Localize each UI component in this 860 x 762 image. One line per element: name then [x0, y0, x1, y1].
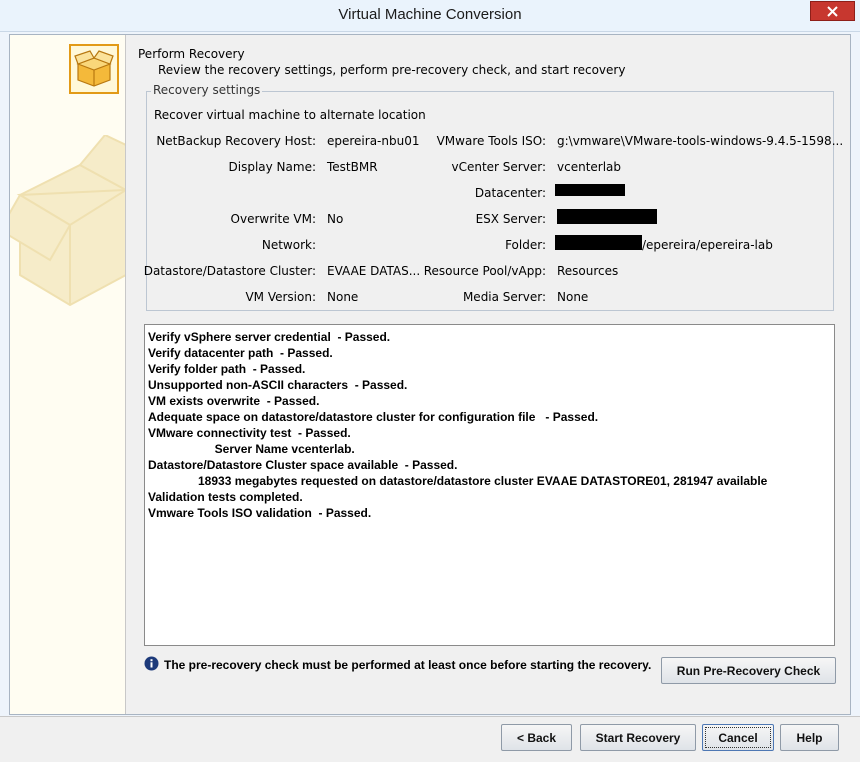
datastore-value: EVAAE DATAS... [327, 264, 421, 278]
resource-pool-value: Resources [557, 264, 619, 278]
log-line: VMware connectivity test - Passed. [148, 426, 351, 440]
overwrite-vm-value: No [327, 212, 344, 226]
info-message: The pre-recovery check must be performed… [164, 658, 652, 672]
log-line: Unsupported non-ASCII characters - Passe… [148, 378, 408, 392]
vmware-tools-iso-value: g:\vmware\VMware-tools-windows-9.4.5-159… [557, 134, 844, 148]
log-line: Verify datacenter path - Passed. [148, 346, 333, 360]
vcenter-server-label: vCenter Server: [451, 160, 547, 174]
wizard-frame: Perform Recovery Review the recovery set… [9, 34, 851, 715]
display-name-value: TestBMR [327, 160, 378, 174]
title-bar: Virtual Machine Conversion [0, 0, 860, 32]
wizard-button-bar: < Back Start Recovery Cancel Help [0, 716, 860, 762]
info-icon [144, 656, 159, 671]
esx-server-redaction [557, 209, 657, 224]
log-line: VM exists overwrite - Passed. [148, 394, 320, 408]
close-button[interactable] [810, 1, 855, 21]
display-name-label: Display Name: [228, 160, 317, 174]
log-line: Server Name vcenterlab. [148, 442, 355, 456]
close-icon [827, 5, 838, 17]
wizard-box-icon [69, 44, 119, 94]
datastore-label: Datastore/Datastore Cluster: [143, 264, 316, 278]
log-line: Vmware Tools ISO validation - Passed. [148, 506, 372, 520]
log-line: 18933 megabytes requested on datastore/d… [148, 474, 768, 488]
page-title: Perform Recovery [138, 47, 245, 61]
folder-label: Folder: [505, 238, 546, 252]
folder-redaction [555, 235, 642, 250]
recovery-settings-group: Recovery settings Recover virtual machin… [143, 83, 843, 311]
datacenter-label: Datacenter: [474, 186, 546, 200]
start-recovery-button[interactable]: Start Recovery [580, 724, 696, 751]
log-line: Verify folder path - Passed. [148, 362, 306, 376]
back-button[interactable]: < Back [501, 724, 572, 751]
resource-pool-label: Resource Pool/vApp: [423, 264, 546, 278]
media-server-value: None [557, 290, 589, 304]
network-label: Network: [261, 238, 316, 252]
wizard-content: Perform Recovery Review the recovery set… [127, 35, 850, 714]
vmware-tools-iso-label: VMware Tools ISO: [436, 134, 546, 148]
vm-version-label: VM Version: [245, 290, 316, 304]
run-pre-recovery-check-button[interactable]: Run Pre-Recovery Check [661, 657, 836, 684]
media-server-label: Media Server: [462, 290, 546, 304]
cancel-button[interactable]: Cancel [702, 724, 774, 751]
log-line: Verify vSphere server credential - Passe… [148, 330, 391, 344]
page-subtitle: Review the recovery settings, perform pr… [158, 63, 626, 77]
esx-server-label: ESX Server: [475, 212, 546, 226]
log-line: Adequate space on datastore/datastore cl… [148, 410, 599, 424]
wizard-sidebar [10, 35, 126, 714]
netbackup-host-value: epereira-nbu01 [327, 134, 420, 148]
log-line: Datastore/Datastore Cluster space availa… [148, 458, 458, 472]
netbackup-host-label: NetBackup Recovery Host: [156, 134, 316, 148]
overwrite-vm-label: Overwrite VM: [230, 212, 316, 226]
window-title: Virtual Machine Conversion [338, 6, 522, 23]
datacenter-redaction [555, 184, 625, 196]
help-button[interactable]: Help [780, 724, 839, 751]
recovery-settings-legend: Recovery settings [151, 83, 263, 97]
recovery-settings-subtitle: Recover virtual machine to alternate loc… [154, 108, 426, 122]
vm-version-value: None [327, 290, 359, 304]
pre-recovery-check-log[interactable]: Verify vSphere server credential - Passe… [144, 324, 835, 646]
sidebar-box-watermark-icon [10, 135, 125, 307]
folder-value: /epereira/epereira-lab [642, 238, 773, 252]
log-line: Validation tests completed. [148, 490, 303, 504]
vcenter-server-value: vcenterlab [557, 160, 622, 174]
